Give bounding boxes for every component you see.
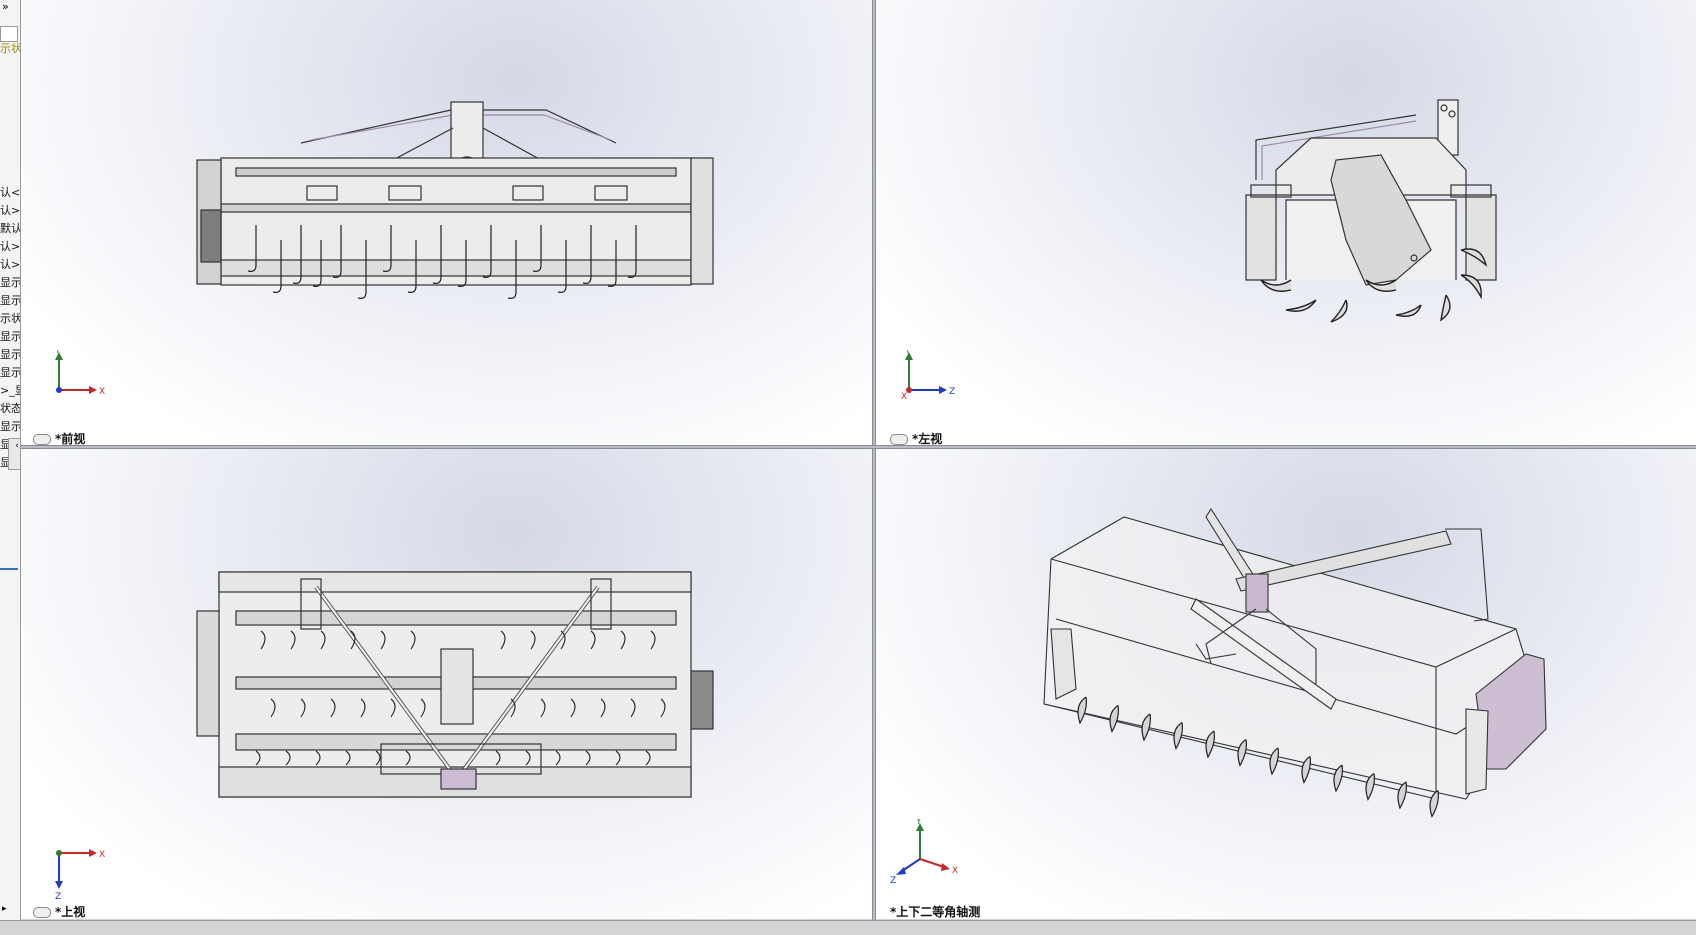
status-bar (0, 920, 1696, 935)
viewport-front[interactable]: Y X *前视 (21, 0, 872, 445)
left-view-drawing (1245, 99, 1497, 323)
front-view-drawing (196, 101, 714, 299)
axis-x-label: X (99, 850, 105, 860)
axis-x-label: X (901, 392, 907, 400)
expand-panel-toggle[interactable]: » (0, 0, 20, 14)
viewport-isometric[interactable]: Y X Z *上下二等角轴测 (876, 449, 1696, 919)
feature-tree-item[interactable]: 显示 (0, 346, 20, 364)
top-view-drawing (196, 571, 714, 798)
feature-tree-item[interactable]: >_显 (0, 382, 20, 400)
feature-tree-item[interactable]: 认> (0, 238, 20, 256)
axis-z-label: Z (55, 892, 61, 901)
view-label-front: *前视 (33, 430, 85, 445)
axis-z-label: Z (890, 876, 896, 886)
viewport-top[interactable]: X Z *上视 (21, 449, 872, 919)
link-view-icon[interactable] (890, 434, 908, 445)
axis-triad: Y X (54, 350, 105, 397)
axis-y-label: Y (54, 350, 61, 356)
viewport-splitter-horizontal[interactable] (21, 445, 1696, 449)
feature-tree-panel[interactable]: » 示状认<认>_默认认>认>显示显示示状显示显示显示>_显状态显示显示显示 ‹… (0, 0, 21, 934)
view-label-isometric: *上下二等角轴测 (890, 905, 981, 919)
viewport-left[interactable]: Y Z X *左视 (876, 0, 1696, 445)
feature-tree-item[interactable]: 认>_ (0, 202, 20, 220)
view-label-top: *上视 (33, 903, 85, 919)
feature-tree-item[interactable]: 显示 (0, 328, 20, 346)
feature-tree-item[interactable]: 示状 (0, 310, 20, 328)
feature-tree-item[interactable]: 显示 (0, 292, 20, 310)
panel-collapse-tab[interactable]: ‹ (8, 438, 20, 470)
axis-triad: X Z (55, 849, 105, 901)
feature-tree-item[interactable]: 认> (0, 256, 20, 274)
axis-y-label: Y (904, 350, 911, 356)
axis-x-label: X (99, 387, 105, 397)
axis-z-label: Z (949, 387, 955, 397)
feature-tree-item[interactable]: 示状 (0, 40, 20, 58)
tine (1397, 781, 1407, 810)
view-label-left: *左视 (890, 430, 942, 445)
link-view-icon[interactable] (33, 907, 51, 918)
selection-marker (0, 568, 18, 570)
link-view-icon[interactable] (33, 434, 51, 445)
tine (1365, 773, 1375, 801)
axis-triad: Y X Z (890, 819, 958, 886)
feature-tree-item[interactable]: 默认 (0, 220, 20, 238)
axis-triad: Y Z X (901, 350, 955, 400)
scroll-arrow-icon[interactable]: ▸ (2, 904, 7, 914)
feature-tree-item[interactable]: 显示 (0, 274, 20, 292)
tine (1429, 790, 1439, 818)
feature-tree-item[interactable]: 状态 (0, 400, 20, 418)
axis-y-label: Y (915, 819, 922, 827)
feature-tree-item[interactable]: 显示 (0, 364, 20, 382)
viewport-splitter-vertical[interactable] (872, 0, 876, 920)
axis-x-label: X (952, 866, 958, 876)
feature-tree-item[interactable]: 显示 (0, 418, 20, 436)
isometric-view-drawing (1043, 507, 1547, 818)
feature-tree-item[interactable]: 认< (0, 184, 20, 202)
